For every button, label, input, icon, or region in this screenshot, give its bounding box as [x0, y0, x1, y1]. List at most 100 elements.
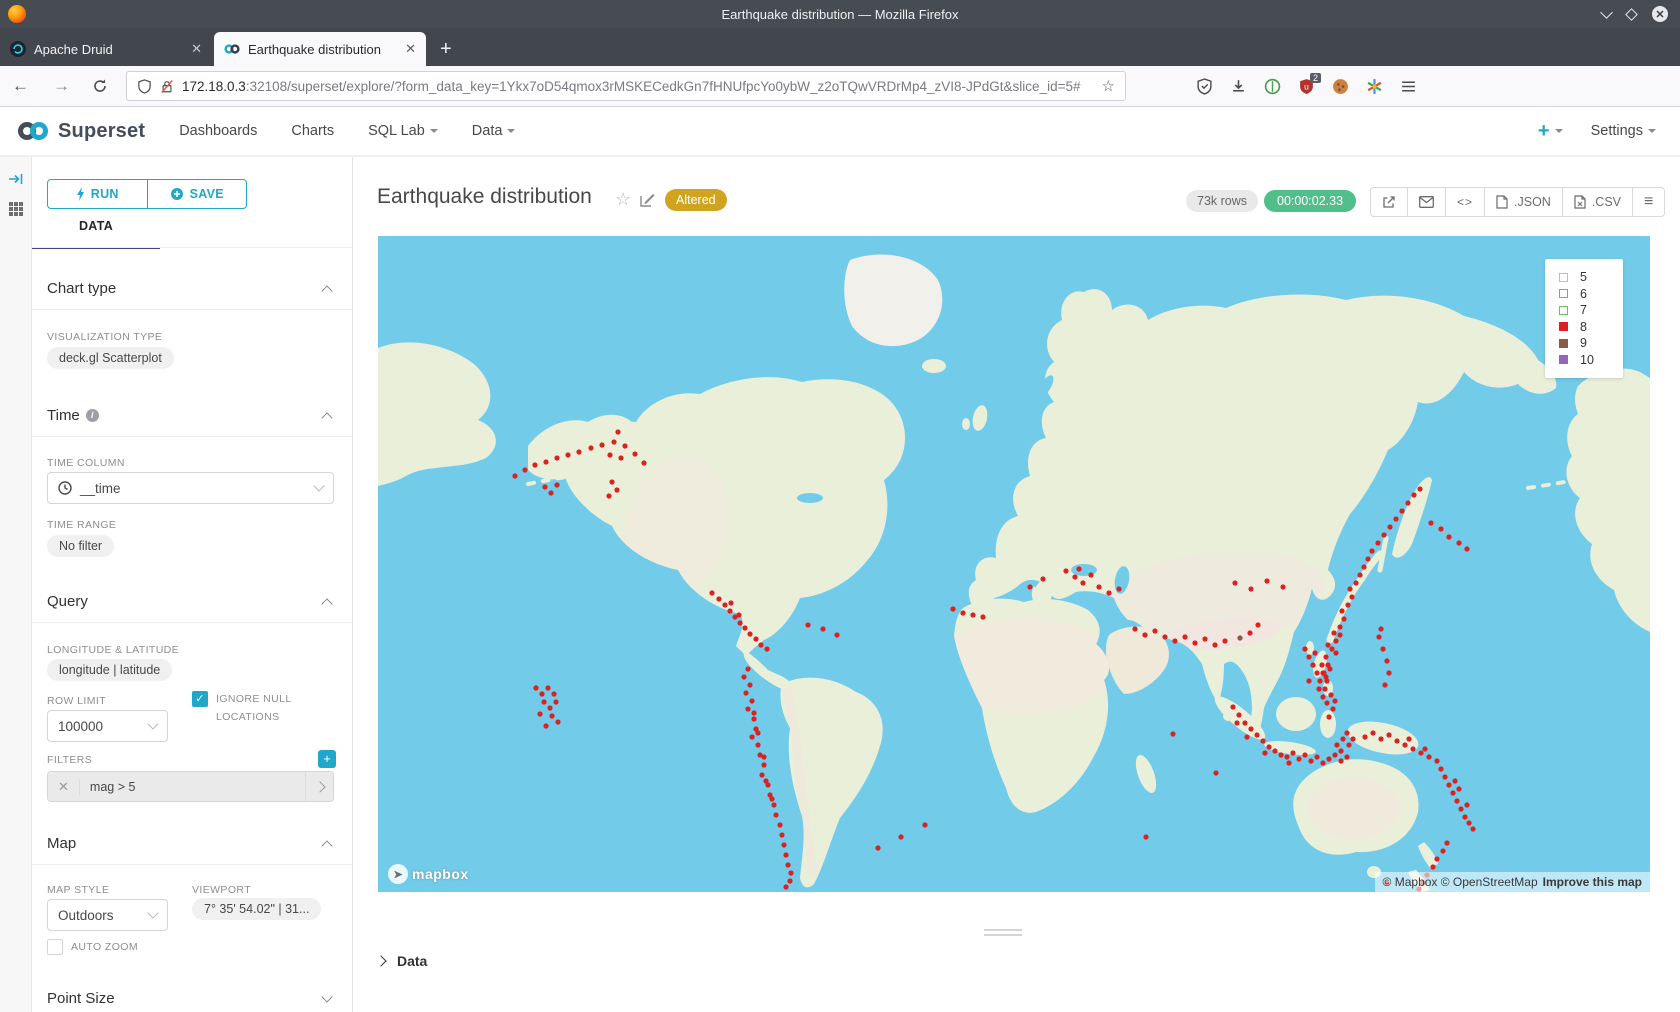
time-column-select[interactable]: __time: [47, 472, 334, 504]
earthquake-dot[interactable]: [1380, 646, 1385, 651]
earthquake-dot[interactable]: [716, 596, 721, 601]
altered-badge[interactable]: Altered: [665, 189, 727, 211]
earthquake-dot[interactable]: [1080, 580, 1085, 585]
expand-datasource-icon[interactable]: [8, 171, 24, 187]
export-csv-button[interactable]: .CSV: [1563, 188, 1633, 216]
earthquake-dot[interactable]: [512, 473, 517, 478]
earthquake-dot[interactable]: [1442, 774, 1447, 779]
new-tab-button[interactable]: +: [428, 32, 464, 66]
earthquake-dot[interactable]: [783, 852, 788, 857]
earthquake-dot[interactable]: [1314, 754, 1319, 759]
legend-item[interactable]: 8: [1559, 319, 1623, 336]
legend-item[interactable]: 7: [1559, 302, 1623, 319]
earthquake-dot[interactable]: [1386, 670, 1391, 675]
earthquake-dot[interactable]: [1143, 834, 1148, 839]
earthquake-dot[interactable]: [950, 606, 955, 611]
earthquake-dot[interactable]: [1312, 650, 1317, 655]
earthquake-dot[interactable]: [820, 626, 825, 631]
earthquake-dot[interactable]: [1162, 634, 1167, 639]
viz-type-value[interactable]: deck.gl Scatterplot: [47, 347, 174, 369]
earthquake-dot[interactable]: [1417, 486, 1422, 491]
earthquake-dot[interactable]: [554, 455, 559, 460]
earthquake-dot[interactable]: [1096, 584, 1101, 589]
earthquake-dot[interactable]: [1027, 584, 1032, 589]
earthquake-dot[interactable]: [1362, 734, 1367, 739]
legend-item[interactable]: 9: [1559, 335, 1623, 352]
earthquake-dot[interactable]: [1237, 635, 1242, 640]
earthquake-dot[interactable]: [1444, 840, 1449, 845]
map-style-select[interactable]: Outdoors: [47, 899, 168, 931]
earthquake-dot[interactable]: [533, 685, 538, 690]
earthquake-dot[interactable]: [1406, 736, 1411, 741]
earthquake-dot[interactable]: [545, 685, 550, 690]
earthquake-dot[interactable]: [554, 482, 559, 487]
earthquake-dot[interactable]: [1333, 638, 1338, 643]
earthquake-dot[interactable]: [1399, 508, 1404, 513]
earthquake-dot[interactable]: [1302, 646, 1307, 651]
earthquake-dot[interactable]: [1290, 750, 1295, 755]
earthquake-dot[interactable]: [565, 452, 570, 457]
cookie-extension-icon[interactable]: [1332, 78, 1349, 95]
earthquake-dot[interactable]: [1320, 760, 1325, 765]
embed-code-button[interactable]: <>: [1446, 188, 1485, 216]
earthquake-dot[interactable]: [1369, 548, 1374, 553]
earthquake-dot[interactable]: [1344, 730, 1349, 735]
earthquake-dot[interactable]: [747, 631, 752, 636]
earthquake-dot[interactable]: [1322, 686, 1327, 691]
auto-zoom-option[interactable]: AUTO ZOOM: [47, 939, 138, 955]
earthquake-dot[interactable]: [1116, 586, 1121, 591]
tab-earthquake-distribution[interactable]: Earthquake distribution ✕: [214, 32, 426, 66]
earthquake-dot[interactable]: [1328, 692, 1333, 697]
earthquake-dot[interactable]: [970, 612, 975, 617]
earthquake-dot[interactable]: [1349, 594, 1354, 599]
earthquake-dot[interactable]: [773, 812, 778, 817]
earthquake-dot[interactable]: [743, 690, 748, 695]
earthquake-dot[interactable]: [537, 711, 542, 716]
earthquake-dot[interactable]: [1446, 782, 1451, 787]
earthquake-dot[interactable]: [1213, 770, 1218, 775]
earthquake-dot[interactable]: [1244, 734, 1249, 739]
earthquake-dot[interactable]: [788, 870, 793, 875]
earthquake-dot[interactable]: [722, 602, 727, 607]
earthquake-dot[interactable]: [747, 682, 752, 687]
copy-link-button[interactable]: [1371, 188, 1408, 216]
earthquake-dot[interactable]: [1280, 584, 1285, 589]
section-query[interactable]: Query: [47, 593, 337, 610]
earthquake-dot[interactable]: [551, 691, 556, 696]
earthquake-dot[interactable]: [1260, 738, 1265, 743]
section-map[interactable]: Map: [47, 835, 337, 852]
earthquake-dot[interactable]: [785, 862, 790, 867]
earthquake-dot[interactable]: [1341, 616, 1346, 621]
earthquake-dot[interactable]: [1394, 738, 1399, 743]
earthquake-dot[interactable]: [1365, 556, 1370, 561]
remove-filter-icon[interactable]: ✕: [48, 779, 80, 795]
tab-close-icon[interactable]: ✕: [405, 41, 416, 57]
earthquake-dot[interactable]: [1370, 730, 1375, 735]
back-button[interactable]: ←: [0, 76, 41, 96]
earthquake-dot[interactable]: [555, 719, 560, 724]
filter-expand-button[interactable]: [305, 772, 333, 801]
earthquake-dot[interactable]: [532, 462, 537, 467]
earthquake-dot[interactable]: [1222, 638, 1227, 643]
earthquake-dot[interactable]: [763, 778, 768, 783]
earthquake-dot[interactable]: [1106, 590, 1111, 595]
row-limit-select[interactable]: 100000: [47, 710, 168, 742]
earthquake-dot[interactable]: [1405, 500, 1410, 505]
earthquake-dot[interactable]: [1361, 564, 1366, 569]
earthquake-dot[interactable]: [751, 716, 756, 721]
bookmark-star-icon[interactable]: ☆: [1102, 77, 1115, 95]
earthquake-dot[interactable]: [1438, 526, 1443, 531]
ignore-null-option[interactable]: ✓ IGNORE NULL LOCATIONS: [192, 691, 322, 727]
earthquake-dot[interactable]: [1337, 624, 1342, 629]
earthquake-dot[interactable]: [755, 742, 760, 747]
earthquake-dot[interactable]: [522, 467, 527, 472]
close-window-icon[interactable]: ✕: [1652, 6, 1668, 22]
tab-data[interactable]: DATA: [32, 219, 160, 249]
earthquake-dot[interactable]: [641, 460, 646, 465]
earthquake-dot[interactable]: [1393, 516, 1398, 521]
earthquake-dot[interactable]: [805, 622, 810, 627]
earthquake-dot[interactable]: [1422, 746, 1427, 751]
earthquake-dot[interactable]: [753, 636, 758, 641]
url-bar[interactable]: 172.18.0.3:32108/superset/explore/?form_…: [126, 71, 1126, 101]
earthquake-dot[interactable]: [1262, 750, 1267, 755]
